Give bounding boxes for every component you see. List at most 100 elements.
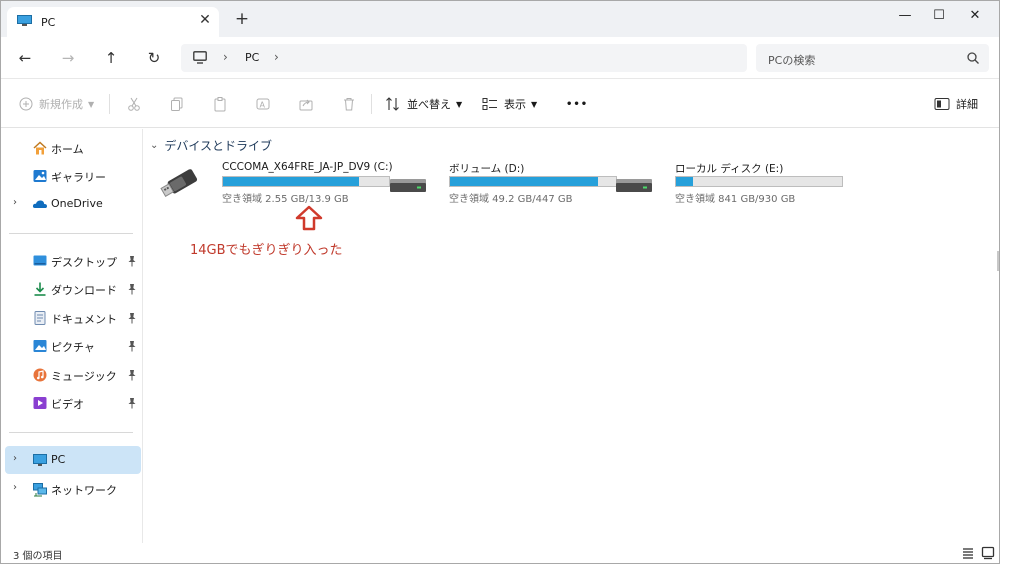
drive-item-d[interactable]: ボリューム (D:) 空き領域 49.2 GB/447 GB (387, 159, 617, 205)
video-icon (33, 397, 47, 409)
drive-usage-bar (675, 176, 843, 187)
sidebar-item-pictures[interactable]: ピクチャ (5, 332, 141, 360)
cut-icon[interactable] (126, 94, 142, 114)
sidebar-item-pc[interactable]: › PC (5, 446, 141, 474)
sidebar-item-downloads[interactable]: ダウンロード (5, 275, 141, 303)
sidebar-item-videos[interactable]: ビデオ (5, 389, 141, 417)
chevron-right-icon[interactable]: › (13, 482, 17, 493)
new-tab-button[interactable]: + (233, 10, 251, 28)
pin-icon[interactable] (127, 369, 137, 381)
view-icon (482, 98, 497, 110)
pc-icon (33, 454, 47, 466)
pin-icon[interactable] (127, 283, 137, 295)
sort-icon (386, 97, 399, 111)
sidebar-item-label: ドキュメント (51, 313, 117, 326)
sidebar-item-label: ピクチャ (51, 341, 95, 354)
sidebar-item-label: ダウンロード (51, 284, 117, 297)
rename-icon[interactable]: A (255, 94, 271, 114)
sort-button[interactable]: 並べ替え ▼ (385, 94, 462, 114)
sidebar-item-label: デスクトップ (51, 256, 117, 269)
home-icon (33, 141, 47, 155)
sidebar-item-documents[interactable]: ドキュメント (5, 304, 141, 332)
usb-drive-icon (160, 169, 198, 197)
title-bar: PC ✕ + — ☐ ✕ (1, 1, 999, 37)
section-title: デバイスとドライブ (164, 139, 273, 153)
section-devices-drives[interactable]: ⌄ デバイスとドライブ (150, 137, 272, 154)
monitor-icon (193, 51, 207, 64)
chevron-down-icon[interactable]: ⌄ (150, 140, 158, 151)
chevron-right-icon[interactable]: › (13, 453, 17, 464)
details-view-icon[interactable] (961, 546, 975, 560)
sort-label: 並べ替え (407, 98, 451, 111)
drive-free-space: 空き領域 49.2 GB/447 GB (449, 194, 573, 205)
sidebar-item-label: ホーム (51, 143, 84, 156)
sidebar-item-label: PC (51, 453, 66, 466)
share-icon[interactable] (298, 94, 314, 114)
sidebar-item-label: ネットワーク (51, 484, 117, 497)
tab-close-button[interactable]: ✕ (197, 12, 213, 30)
sidebar-item-network[interactable]: › ネットワーク (5, 475, 141, 503)
hard-drive-icon (616, 179, 652, 192)
network-icon (33, 483, 47, 497)
drive-free-space: 空き領域 2.55 GB/13.9 GB (222, 194, 349, 205)
sidebar-item-onedrive[interactable]: › OneDrive (5, 190, 141, 218)
breadcrumb-pc[interactable]: PC (245, 51, 259, 64)
drive-name: CCCOMA_X64FRE_JA-JP_DV9 (C:) (222, 161, 393, 173)
chevron-down-icon: ▼ (531, 99, 538, 109)
back-button[interactable]: ← (13, 46, 37, 70)
hard-drive-icon (390, 179, 426, 192)
drive-name: ローカル ディスク (E:) (675, 163, 784, 175)
drive-usage-fill (450, 177, 598, 186)
chevron-right-icon[interactable]: › (13, 197, 17, 208)
pin-icon[interactable] (127, 397, 137, 409)
large-icons-view-icon[interactable] (981, 546, 995, 560)
sidebar-item-music[interactable]: ミュージック (5, 361, 141, 389)
breadcrumb-separator[interactable]: › (223, 50, 228, 64)
drive-item-e[interactable]: ローカル ディスク (E:) 空き領域 841 GB/930 GB (613, 159, 843, 205)
search-box[interactable]: PCの検索 (756, 44, 989, 72)
forward-button[interactable]: → (56, 46, 80, 70)
close-button[interactable]: ✕ (953, 1, 997, 31)
sidebar-item-label: ビデオ (51, 398, 84, 411)
download-icon (34, 282, 46, 296)
pin-icon[interactable] (127, 312, 137, 324)
pin-icon[interactable] (127, 255, 137, 267)
music-icon (33, 368, 47, 382)
scrollbar[interactable] (997, 251, 1000, 271)
pin-icon[interactable] (127, 340, 137, 352)
breadcrumb-separator[interactable]: › (274, 50, 279, 64)
drive-usage-fill (223, 177, 360, 186)
drive-item-c[interactable]: CCCOMA_X64FRE_JA-JP_DV9 (C:) 空き領域 2.55 G… (160, 159, 393, 205)
sidebar-divider (9, 432, 133, 433)
sidebar-item-desktop[interactable]: デスクトップ (5, 247, 141, 275)
drive-usage-fill (676, 177, 693, 186)
sidebar-item-label: OneDrive (51, 197, 103, 210)
search-icon (967, 52, 979, 64)
more-options-button[interactable]: ••• (566, 94, 588, 114)
chevron-down-icon: ▼ (456, 99, 463, 109)
item-count: 3 個の項目 (13, 551, 63, 562)
annotation-text: 14GBでもぎりぎり入った (190, 243, 343, 258)
tab-pc[interactable]: PC ✕ (7, 7, 219, 37)
refresh-button[interactable]: ↻ (142, 46, 166, 70)
content-area: ⌄ デバイスとドライブ CCCOMA_X64FRE_JA-JP_DV9 (C:)… (144, 129, 999, 543)
delete-icon[interactable] (341, 94, 357, 114)
sidebar-item-home[interactable]: ホーム (5, 134, 141, 162)
view-button[interactable]: 表示 ▼ (482, 94, 537, 114)
new-button[interactable]: 新規作成 ▼ (19, 94, 94, 114)
paste-icon[interactable] (212, 94, 228, 114)
view-label: 表示 (504, 98, 526, 111)
up-button[interactable]: ↑ (99, 46, 123, 70)
navigation-pane: ホーム ギャラリー › OneDrive デスクトップ ダウンロード ドキュメン… (1, 129, 143, 543)
desktop-icon (33, 255, 47, 266)
copy-icon[interactable] (169, 94, 185, 114)
sidebar-item-gallery[interactable]: ギャラリー (5, 162, 141, 190)
details-button[interactable]: 詳細 (934, 94, 978, 114)
chevron-down-icon: ▼ (88, 99, 95, 109)
annotation-up-arrow-icon (295, 205, 323, 231)
drive-usage-bar (449, 176, 617, 187)
pictures-icon (33, 340, 47, 352)
drive-usage-bar (222, 176, 390, 187)
address-bar[interactable]: › PC › (181, 44, 747, 72)
navigation-bar: ← → ↑ ↻ › PC › PCの検索 (1, 37, 999, 79)
